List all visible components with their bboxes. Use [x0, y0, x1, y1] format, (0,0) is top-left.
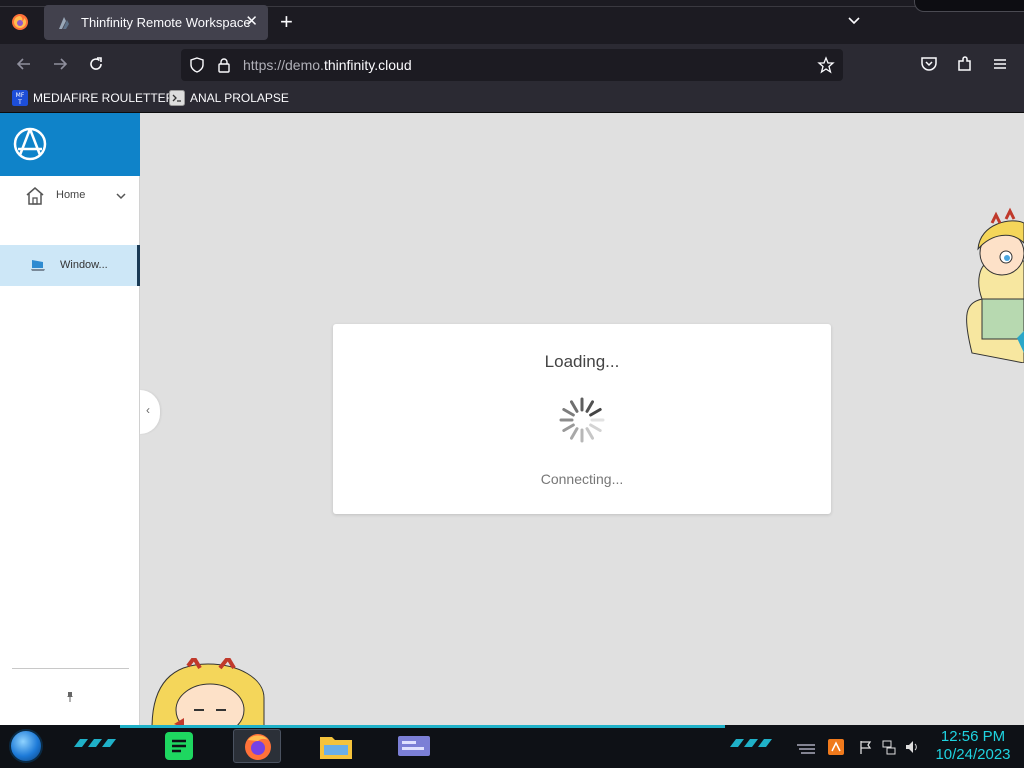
window-app-icon — [398, 736, 430, 756]
loading-status: Connecting... — [540, 471, 624, 487]
forward-icon[interactable] — [50, 54, 70, 74]
taskbar-app-firefox[interactable] — [233, 729, 281, 763]
loading-title: Loading... — [544, 352, 620, 371]
nav-home[interactable]: Home — [0, 176, 140, 216]
taskbar-app-window[interactable] — [390, 729, 438, 763]
lock-icon[interactable] — [217, 57, 231, 73]
svg-text:T: T — [17, 99, 22, 106]
windows-connection-icon — [31, 260, 45, 271]
pin-icon[interactable] — [66, 691, 74, 703]
taskbar-accent-line — [120, 725, 725, 728]
svg-text:MF: MF — [16, 92, 25, 99]
collapse-sidebar-button[interactable]: ‹ — [140, 390, 160, 434]
taskbar-decoration — [74, 739, 116, 747]
web-page: Home Window... ‹ Loading... Connecting..… — [0, 113, 1024, 725]
taskbar-clock[interactable]: 12:56 PM 10/24/2023 — [928, 728, 1018, 764]
spotify-icon — [165, 732, 193, 760]
tab-close-icon[interactable]: ✕ — [245, 14, 258, 30]
taskbar-app-file-explorer[interactable] — [312, 729, 360, 763]
firefox-menu-icon[interactable] — [11, 13, 29, 31]
list-all-tabs-icon[interactable] — [845, 12, 863, 30]
clock-date: 10/24/2023 — [935, 746, 1011, 763]
sidebar-divider — [12, 668, 129, 669]
new-tab-button[interactable]: + — [280, 11, 293, 33]
window-corner-decoration — [914, 0, 1024, 12]
tray-app-icon[interactable] — [828, 739, 844, 755]
start-button[interactable] — [9, 729, 43, 763]
firefox-icon — [245, 734, 271, 760]
pocket-icon[interactable] — [919, 54, 939, 74]
bookmark-label: ANAL PROLAPSE — [190, 91, 289, 105]
mediafire-icon: MF T — [12, 90, 28, 106]
address-bar[interactable]: https://demo.thinfinity.cloud — [181, 49, 843, 81]
terminal-icon — [169, 90, 185, 106]
taskbar-app-spotify[interactable] — [157, 729, 205, 763]
url-prefix: https://demo. — [243, 57, 324, 73]
chevron-left-icon: ‹ — [146, 403, 150, 417]
tracking-protection-shield-icon[interactable] — [189, 57, 205, 73]
url-domain: thinfinity.cloud — [323, 57, 412, 73]
loading-dialog: Loading... Connecting... — [333, 324, 831, 514]
taskbar-decoration — [730, 739, 772, 747]
sidebar: Home Window... — [0, 113, 140, 725]
volume-icon[interactable] — [904, 739, 920, 755]
app-menu-icon[interactable] — [990, 54, 1010, 74]
nav-windows-label: Window... — [60, 259, 108, 271]
reload-icon[interactable] — [86, 54, 106, 74]
navigation-toolbar: https://demo.thinfinity.cloud — [0, 44, 1024, 85]
show-hidden-icons-icon[interactable] — [795, 739, 817, 755]
bookmark-label: MEDIAFIRE ROULETTER — [33, 91, 175, 105]
tab-strip: Thinfinity Remote Workspace ✕ + — [0, 0, 1024, 44]
taskbar: 12:56 PM 10/24/2023 — [0, 725, 1024, 768]
bookmark-anal-prolapse[interactable]: ANAL PROLAPSE — [169, 90, 289, 106]
home-icon — [26, 187, 44, 205]
loading-spinner-icon — [559, 397, 605, 443]
bookmark-mediafire[interactable]: MF T MEDIAFIRE ROULETTER — [12, 90, 174, 106]
cartoon-character-sticker — [151, 658, 265, 725]
url-text[interactable]: https://demo.thinfinity.cloud — [243, 57, 412, 73]
file-explorer-icon — [320, 737, 352, 759]
bookmarks-toolbar: MF T MEDIAFIRE ROULETTER ANAL PROLAPSE — [0, 85, 1024, 113]
brand-header — [0, 113, 140, 176]
clock-time: 12:56 PM — [940, 728, 1006, 745]
extensions-icon[interactable] — [955, 54, 975, 74]
thinfinity-favicon-icon — [59, 16, 69, 29]
network-icon[interactable] — [881, 739, 897, 755]
nav-home-label: Home — [56, 189, 86, 201]
bookmark-star-icon[interactable] — [817, 56, 835, 74]
tab-title: Thinfinity Remote Workspace — [81, 15, 251, 30]
chevron-down-icon[interactable] — [115, 190, 127, 202]
tab-thinfinity[interactable]: Thinfinity Remote Workspace ✕ — [44, 5, 268, 40]
cartoon-character-sticker — [966, 207, 1024, 363]
nav-windows-item[interactable]: Window... — [0, 245, 140, 286]
back-icon[interactable] — [14, 54, 34, 74]
thinfinity-logo-icon — [13, 127, 47, 161]
action-center-flag-icon[interactable] — [858, 739, 874, 755]
